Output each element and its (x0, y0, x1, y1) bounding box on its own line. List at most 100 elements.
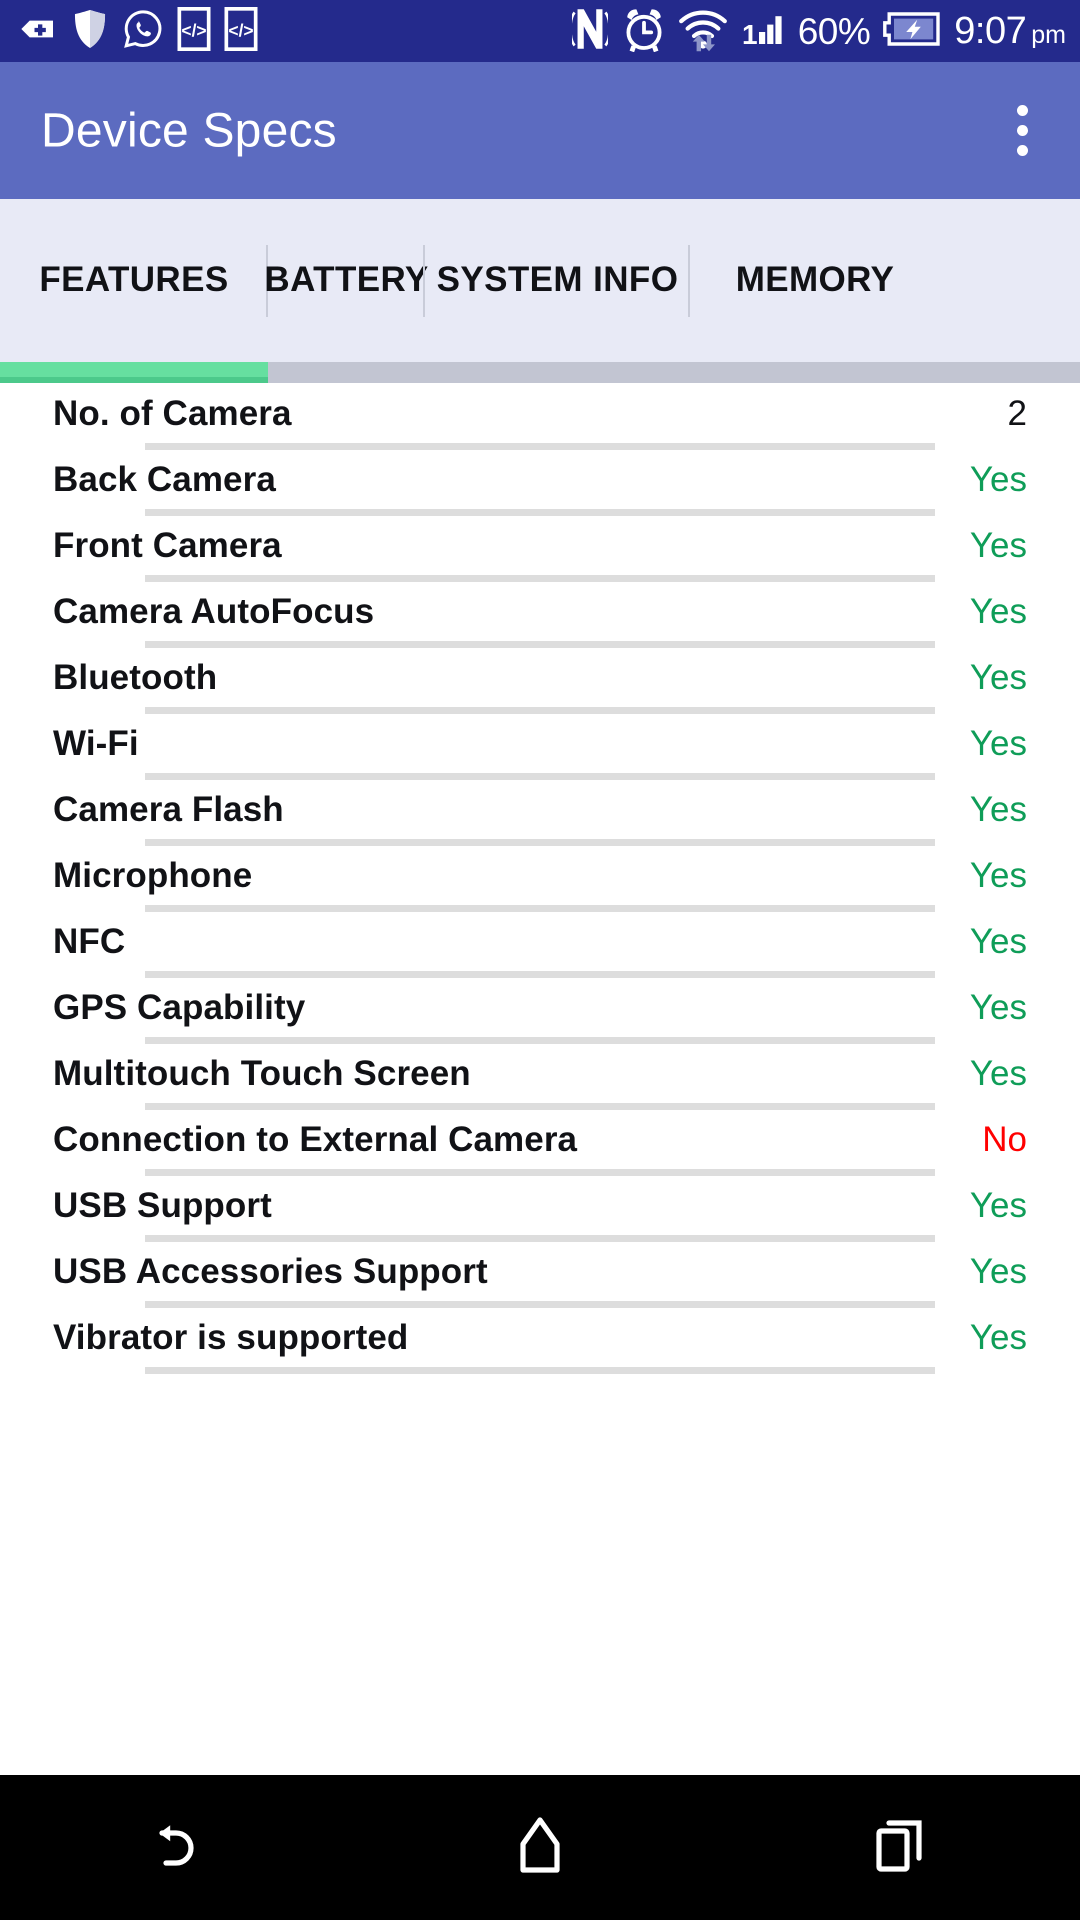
feature-label: Wi-Fi (53, 723, 139, 763)
code-app-icon-1: </> (177, 6, 211, 56)
overflow-dot-2 (1016, 125, 1028, 136)
tab-memory[interactable]: MEMORY (690, 199, 940, 362)
feature-label: No. of Camera (53, 393, 292, 433)
feature-value: Yes (969, 525, 1027, 565)
code-app-icon-2: </> (224, 6, 258, 56)
shield-icon (71, 8, 109, 55)
row-divider (145, 905, 935, 912)
battery-charging-icon (882, 10, 942, 53)
feature-value: Yes (969, 1251, 1027, 1291)
tab-strip: FEATURES BATTERY SYSTEM INFO MEMORY (0, 199, 940, 362)
svg-text:</>: </> (228, 20, 253, 40)
table-row[interactable]: Vibrator is supported Yes (0, 1308, 1080, 1367)
tab-features[interactable]: FEATURES (0, 199, 268, 362)
overflow-dot-1 (1016, 105, 1028, 116)
row-divider (145, 509, 935, 516)
row-divider (145, 641, 935, 648)
tab-indicator-active (0, 362, 268, 383)
feature-value: Yes (969, 1185, 1027, 1225)
feature-value: No (982, 1119, 1027, 1159)
feature-value: Yes (969, 723, 1027, 763)
table-row[interactable]: Camera Flash Yes (0, 780, 1080, 839)
tab-label: MEMORY (735, 259, 895, 299)
back-icon (149, 1814, 211, 1881)
whatsapp-icon (122, 8, 164, 55)
alarm-clock-icon (622, 6, 666, 57)
page-title: Device Specs (41, 104, 337, 157)
feature-label: USB Support (53, 1185, 272, 1225)
row-divider (145, 1103, 935, 1110)
app-bar: Device Specs (0, 62, 1080, 199)
back-button[interactable] (0, 1775, 360, 1920)
system-navigation-bar (0, 1775, 1080, 1920)
row-divider (145, 839, 935, 846)
table-row[interactable]: Bluetooth Yes (0, 648, 1080, 707)
tab-bar: FEATURES BATTERY SYSTEM INFO MEMORY (0, 199, 1080, 383)
feature-label: NFC (53, 921, 126, 961)
status-bar-system-icons: 1 60% 9:07 pm (568, 6, 1066, 57)
feature-label: Bluetooth (53, 657, 218, 697)
feature-value: Yes (969, 459, 1027, 499)
feature-value: Yes (969, 921, 1027, 961)
table-row[interactable]: Connection to External Camera No (0, 1110, 1080, 1169)
home-icon (513, 1815, 567, 1880)
feature-label: GPS Capability (53, 987, 306, 1027)
row-divider (145, 773, 935, 780)
table-row[interactable]: Microphone Yes (0, 846, 1080, 905)
overflow-dot-3 (1016, 145, 1028, 156)
tab-system-info[interactable]: SYSTEM INFO (425, 199, 690, 362)
table-row[interactable]: Multitouch Touch Screen Yes (0, 1044, 1080, 1103)
feature-label: USB Accessories Support (53, 1251, 488, 1291)
recents-button[interactable] (720, 1775, 1080, 1920)
status-bar-notification-icons: </> </> (18, 6, 258, 56)
feature-value: Yes (969, 591, 1027, 631)
row-divider (145, 1235, 935, 1242)
row-divider (145, 707, 935, 714)
row-divider (145, 575, 935, 582)
battery-percentage: 60% (797, 10, 871, 52)
svg-text:</>: </> (181, 20, 206, 40)
feature-label: Back Camera (53, 459, 276, 499)
recents-icon (872, 1816, 928, 1879)
feature-label: Vibrator is supported (53, 1317, 409, 1357)
feature-value: 2 (1007, 393, 1027, 433)
row-divider (145, 1037, 935, 1044)
status-bar-clock: 9:07 pm (954, 12, 1066, 50)
tab-label: BATTERY (264, 259, 429, 299)
tab-label: FEATURES (39, 259, 229, 299)
android-screen: </> </> 1 60% 9:07 pm Device Specs FEATU… (0, 0, 1080, 1920)
tab-battery[interactable]: BATTERY (264, 199, 428, 362)
feature-value: Yes (969, 1317, 1027, 1357)
row-divider (145, 971, 935, 978)
feature-label: Camera AutoFocus (53, 591, 375, 631)
feature-label: Multitouch Touch Screen (53, 1053, 471, 1093)
status-bar: </> </> 1 60% 9:07 pm (0, 0, 1080, 62)
feature-value: Yes (969, 987, 1027, 1027)
security-badge-icon (18, 9, 58, 54)
clock-time: 9:07 (954, 10, 1027, 52)
home-button[interactable] (360, 1775, 720, 1920)
table-row[interactable]: NFC Yes (0, 912, 1080, 971)
tab-label: SYSTEM INFO (436, 259, 679, 299)
wifi-icon (678, 6, 728, 57)
feature-label: Front Camera (53, 525, 282, 565)
table-row[interactable]: Front Camera Yes (0, 516, 1080, 575)
features-list: No. of Camera 2 Back Camera Yes Front Camera… (0, 384, 1080, 1374)
table-row[interactable]: USB Accessories Support Yes (0, 1242, 1080, 1301)
row-divider (145, 1367, 935, 1374)
feature-value: Yes (969, 789, 1027, 829)
feature-value: Yes (969, 657, 1027, 697)
table-row[interactable]: GPS Capability Yes (0, 978, 1080, 1037)
table-row[interactable]: No. of Camera 2 (0, 384, 1080, 443)
table-row[interactable]: Camera AutoFocus Yes (0, 582, 1080, 641)
feature-label: Connection to External Camera (53, 1119, 578, 1159)
overflow-menu-icon[interactable] (986, 86, 1058, 176)
feature-label: Microphone (53, 855, 253, 895)
table-row[interactable]: Wi-Fi Yes (0, 714, 1080, 773)
table-row[interactable]: USB Support Yes (0, 1176, 1080, 1235)
signal-bars-icon: 1 (740, 7, 786, 56)
nfc-icon (568, 7, 611, 56)
table-row[interactable]: Back Camera Yes (0, 450, 1080, 509)
svg-text:1: 1 (742, 19, 758, 50)
row-divider (145, 1169, 935, 1176)
